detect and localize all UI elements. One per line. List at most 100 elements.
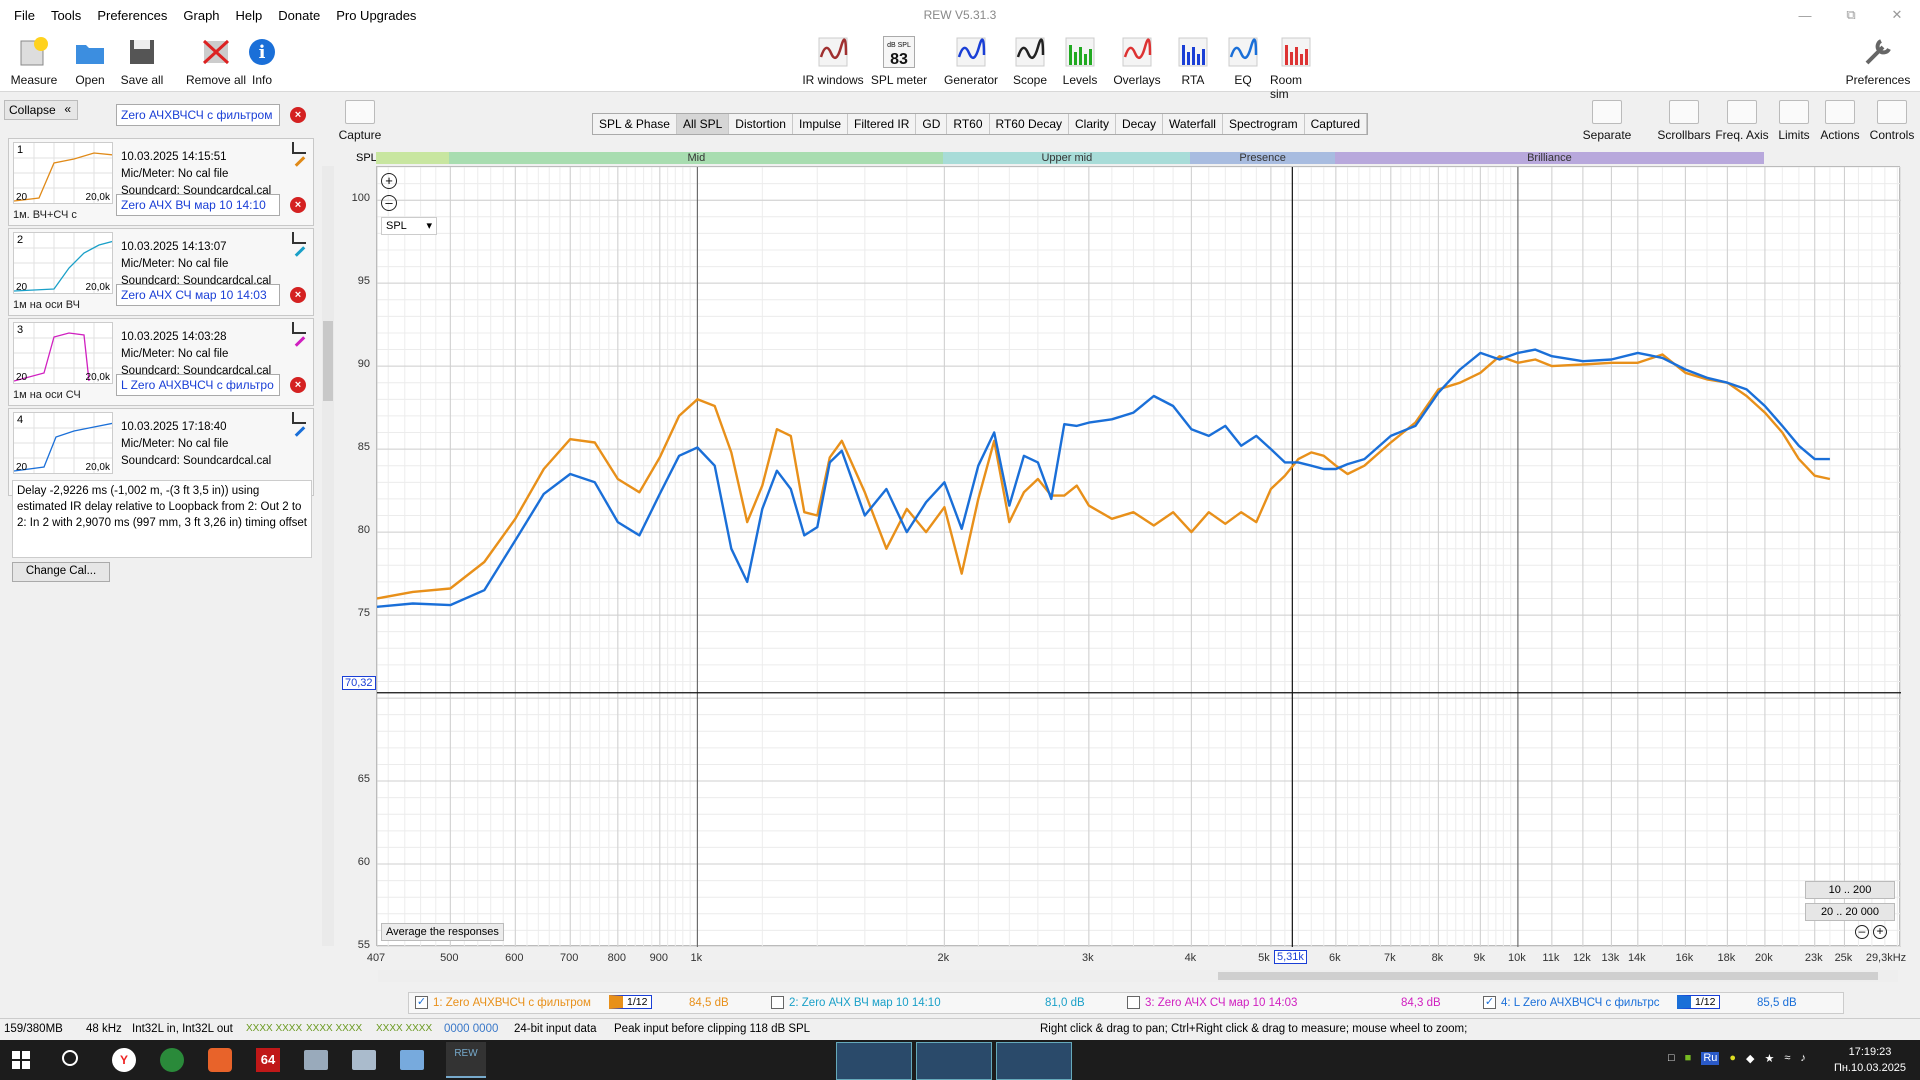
tray-diamond-icon[interactable]: ◆ (1746, 1052, 1754, 1065)
controls-button[interactable]: Controls (1862, 100, 1920, 144)
measurement-graph-icon[interactable] (292, 142, 306, 154)
tab-decay[interactable]: Decay (1116, 114, 1164, 134)
measurement-graph-icon[interactable] (292, 322, 306, 334)
minimize-icon[interactable]: — (1782, 0, 1828, 30)
rew-taskbar-icon[interactable]: REW (446, 1042, 486, 1078)
zoom-out-icon[interactable]: – (381, 195, 397, 211)
scope-icon (1015, 37, 1045, 67)
measurement-name-field[interactable]: Zero АЧХ СЧ мар 10 14:03 (116, 284, 280, 306)
wifi-icon[interactable]: ≈ (1784, 1052, 1790, 1065)
scope-button[interactable]: Scope (1004, 34, 1056, 87)
zoom-in-x-icon[interactable]: + (1873, 925, 1887, 939)
app-icon-a[interactable] (304, 1050, 328, 1070)
legend-checkbox[interactable]: ✓ (415, 996, 428, 1009)
window-thumbnail-3[interactable] (996, 1042, 1072, 1080)
tab-gd[interactable]: GD (916, 114, 948, 134)
measurement-name-field[interactable]: Zero АЧХВЧСЧ с фильтром (116, 104, 280, 126)
measurement-graph-icon[interactable] (292, 232, 306, 244)
window-thumbnail-2[interactable] (916, 1042, 992, 1080)
actions-button[interactable]: Actions (1810, 100, 1870, 144)
horizontal-scrollbar[interactable] (378, 970, 1898, 982)
ir-windows-button[interactable]: IR windows (800, 34, 866, 87)
x-tick-label: 11k (1542, 952, 1560, 964)
levels-button[interactable]: Levels (1054, 34, 1106, 87)
search-icon[interactable] (62, 1050, 78, 1066)
save-all-button[interactable]: Save all (118, 34, 166, 87)
clock[interactable]: 17:19:23 Пн.10.03.2025 (1830, 1044, 1910, 1076)
measurement-thumbnail[interactable]: 2 20 20,0k (13, 232, 113, 294)
rta-button[interactable]: RTA (1167, 34, 1219, 87)
tab-captured[interactable]: Captured (1305, 114, 1368, 134)
tab-rt60[interactable]: RT60 (947, 114, 990, 134)
spl-plot[interactable] (376, 166, 1902, 948)
green-app-icon[interactable] (160, 1048, 184, 1072)
yandex-browser-icon[interactable]: Y (112, 1048, 136, 1072)
close-icon[interactable]: ✕ (1874, 0, 1920, 30)
overlays-button[interactable]: Overlays (1111, 34, 1163, 87)
measurement-name-field[interactable]: L Zero АЧХВЧСЧ с фильтро (116, 374, 280, 396)
zoom-in-icon[interactable]: + (381, 173, 397, 189)
scroll-thumb[interactable] (323, 321, 333, 401)
app-64-icon[interactable]: 64 (256, 1048, 280, 1072)
tray-star-icon[interactable]: ★ (1765, 1052, 1775, 1065)
measurement-thumbnail[interactable]: 1 20 20,0k (13, 142, 113, 204)
legend-checkbox[interactable]: ✓ (1483, 996, 1496, 1009)
smoothing-badge[interactable]: 1/12 (609, 995, 653, 1009)
generator-button[interactable]: Generator (944, 34, 998, 87)
app-icon-c[interactable] (400, 1050, 424, 1070)
change-cal-button[interactable]: Change Cal... (12, 562, 110, 582)
separate-button[interactable]: Separate (1577, 100, 1637, 144)
language-indicator[interactable]: Ru (1701, 1052, 1720, 1065)
legend-checkbox[interactable] (771, 996, 784, 1009)
room-sim-button[interactable]: Room sim (1270, 34, 1322, 101)
tray-u-icon[interactable]: □ (1668, 1052, 1675, 1065)
smoothing-badge[interactable]: 1/12 (1677, 995, 1721, 1009)
legend-checkbox[interactable] (1127, 996, 1140, 1009)
scope-label: Scope (1012, 73, 1048, 87)
remove-measurement-icon[interactable]: × (290, 197, 306, 213)
open-button[interactable]: Open (66, 34, 114, 87)
zoom-out-x-icon[interactable]: – (1855, 925, 1869, 939)
graph-area[interactable]: + – SPL ▾ Average the responses 10 .. 200… (376, 166, 1902, 948)
measurement-thumbnail[interactable]: 3 20 20,0k (13, 322, 113, 384)
tab-clarity[interactable]: Clarity (1069, 114, 1117, 134)
scrollbars-button[interactable]: Scrollbars (1654, 100, 1714, 144)
left-scrollbar[interactable] (322, 166, 334, 946)
range-button-full[interactable]: 20 .. 20 000 (1805, 903, 1895, 921)
y-tick-label: 85 (357, 441, 370, 454)
collapse-button[interactable]: Collapse « (4, 100, 78, 120)
windows-start-icon[interactable] (12, 1051, 30, 1069)
tab-impulse[interactable]: Impulse (793, 114, 849, 134)
measure-button[interactable]: Measure (10, 34, 58, 87)
average-responses-button[interactable]: Average the responses (381, 923, 504, 941)
app-icon-b[interactable] (352, 1050, 376, 1070)
spl-meter-button[interactable]: dB SPL 83 SPL meter (866, 34, 932, 87)
tab-spectrogram[interactable]: Spectrogram (1223, 114, 1305, 134)
tray-app-icon[interactable]: ● (1729, 1052, 1736, 1065)
remove-measurement-icon[interactable]: × (290, 107, 306, 123)
tab-spl-phase[interactable]: SPL & Phase (593, 114, 677, 134)
info-button[interactable]: i Info (238, 34, 286, 87)
volume-icon[interactable]: ♪ (1800, 1052, 1806, 1065)
tab-all-spl[interactable]: All SPL (676, 114, 730, 134)
spl-select[interactable]: SPL ▾ (381, 217, 437, 235)
window-thumbnail-1[interactable] (836, 1042, 912, 1080)
tab-filtered-ir[interactable]: Filtered IR (848, 114, 917, 134)
scroll-thumb-horizontal[interactable] (1218, 972, 1878, 980)
preferences-button[interactable]: Preferences (1846, 34, 1910, 87)
tray-nvidia-icon[interactable]: ■ (1685, 1052, 1692, 1065)
measurement-name-field[interactable]: Zero АЧХ ВЧ мар 10 14:10 (116, 194, 280, 216)
tab-distortion[interactable]: Distortion (729, 114, 793, 134)
range-button-low[interactable]: 10 .. 200 (1805, 881, 1895, 899)
remove-measurement-icon[interactable]: × (290, 287, 306, 303)
measurement-graph-icon[interactable] (292, 412, 306, 424)
orange-app-icon[interactable] (208, 1048, 232, 1072)
remove-measurement-icon[interactable]: × (290, 377, 306, 393)
restore-icon[interactable]: ⧉ (1828, 0, 1874, 30)
freq-axis-button[interactable]: Freq. Axis (1712, 100, 1772, 144)
tab-waterfall[interactable]: Waterfall (1163, 114, 1223, 134)
eq-button[interactable]: EQ (1217, 34, 1269, 87)
measurement-thumbnail[interactable]: 4 20 20,0k (13, 412, 113, 474)
capture-button[interactable]: Capture (330, 100, 390, 144)
tab-rt60-decay[interactable]: RT60 Decay (990, 114, 1069, 134)
